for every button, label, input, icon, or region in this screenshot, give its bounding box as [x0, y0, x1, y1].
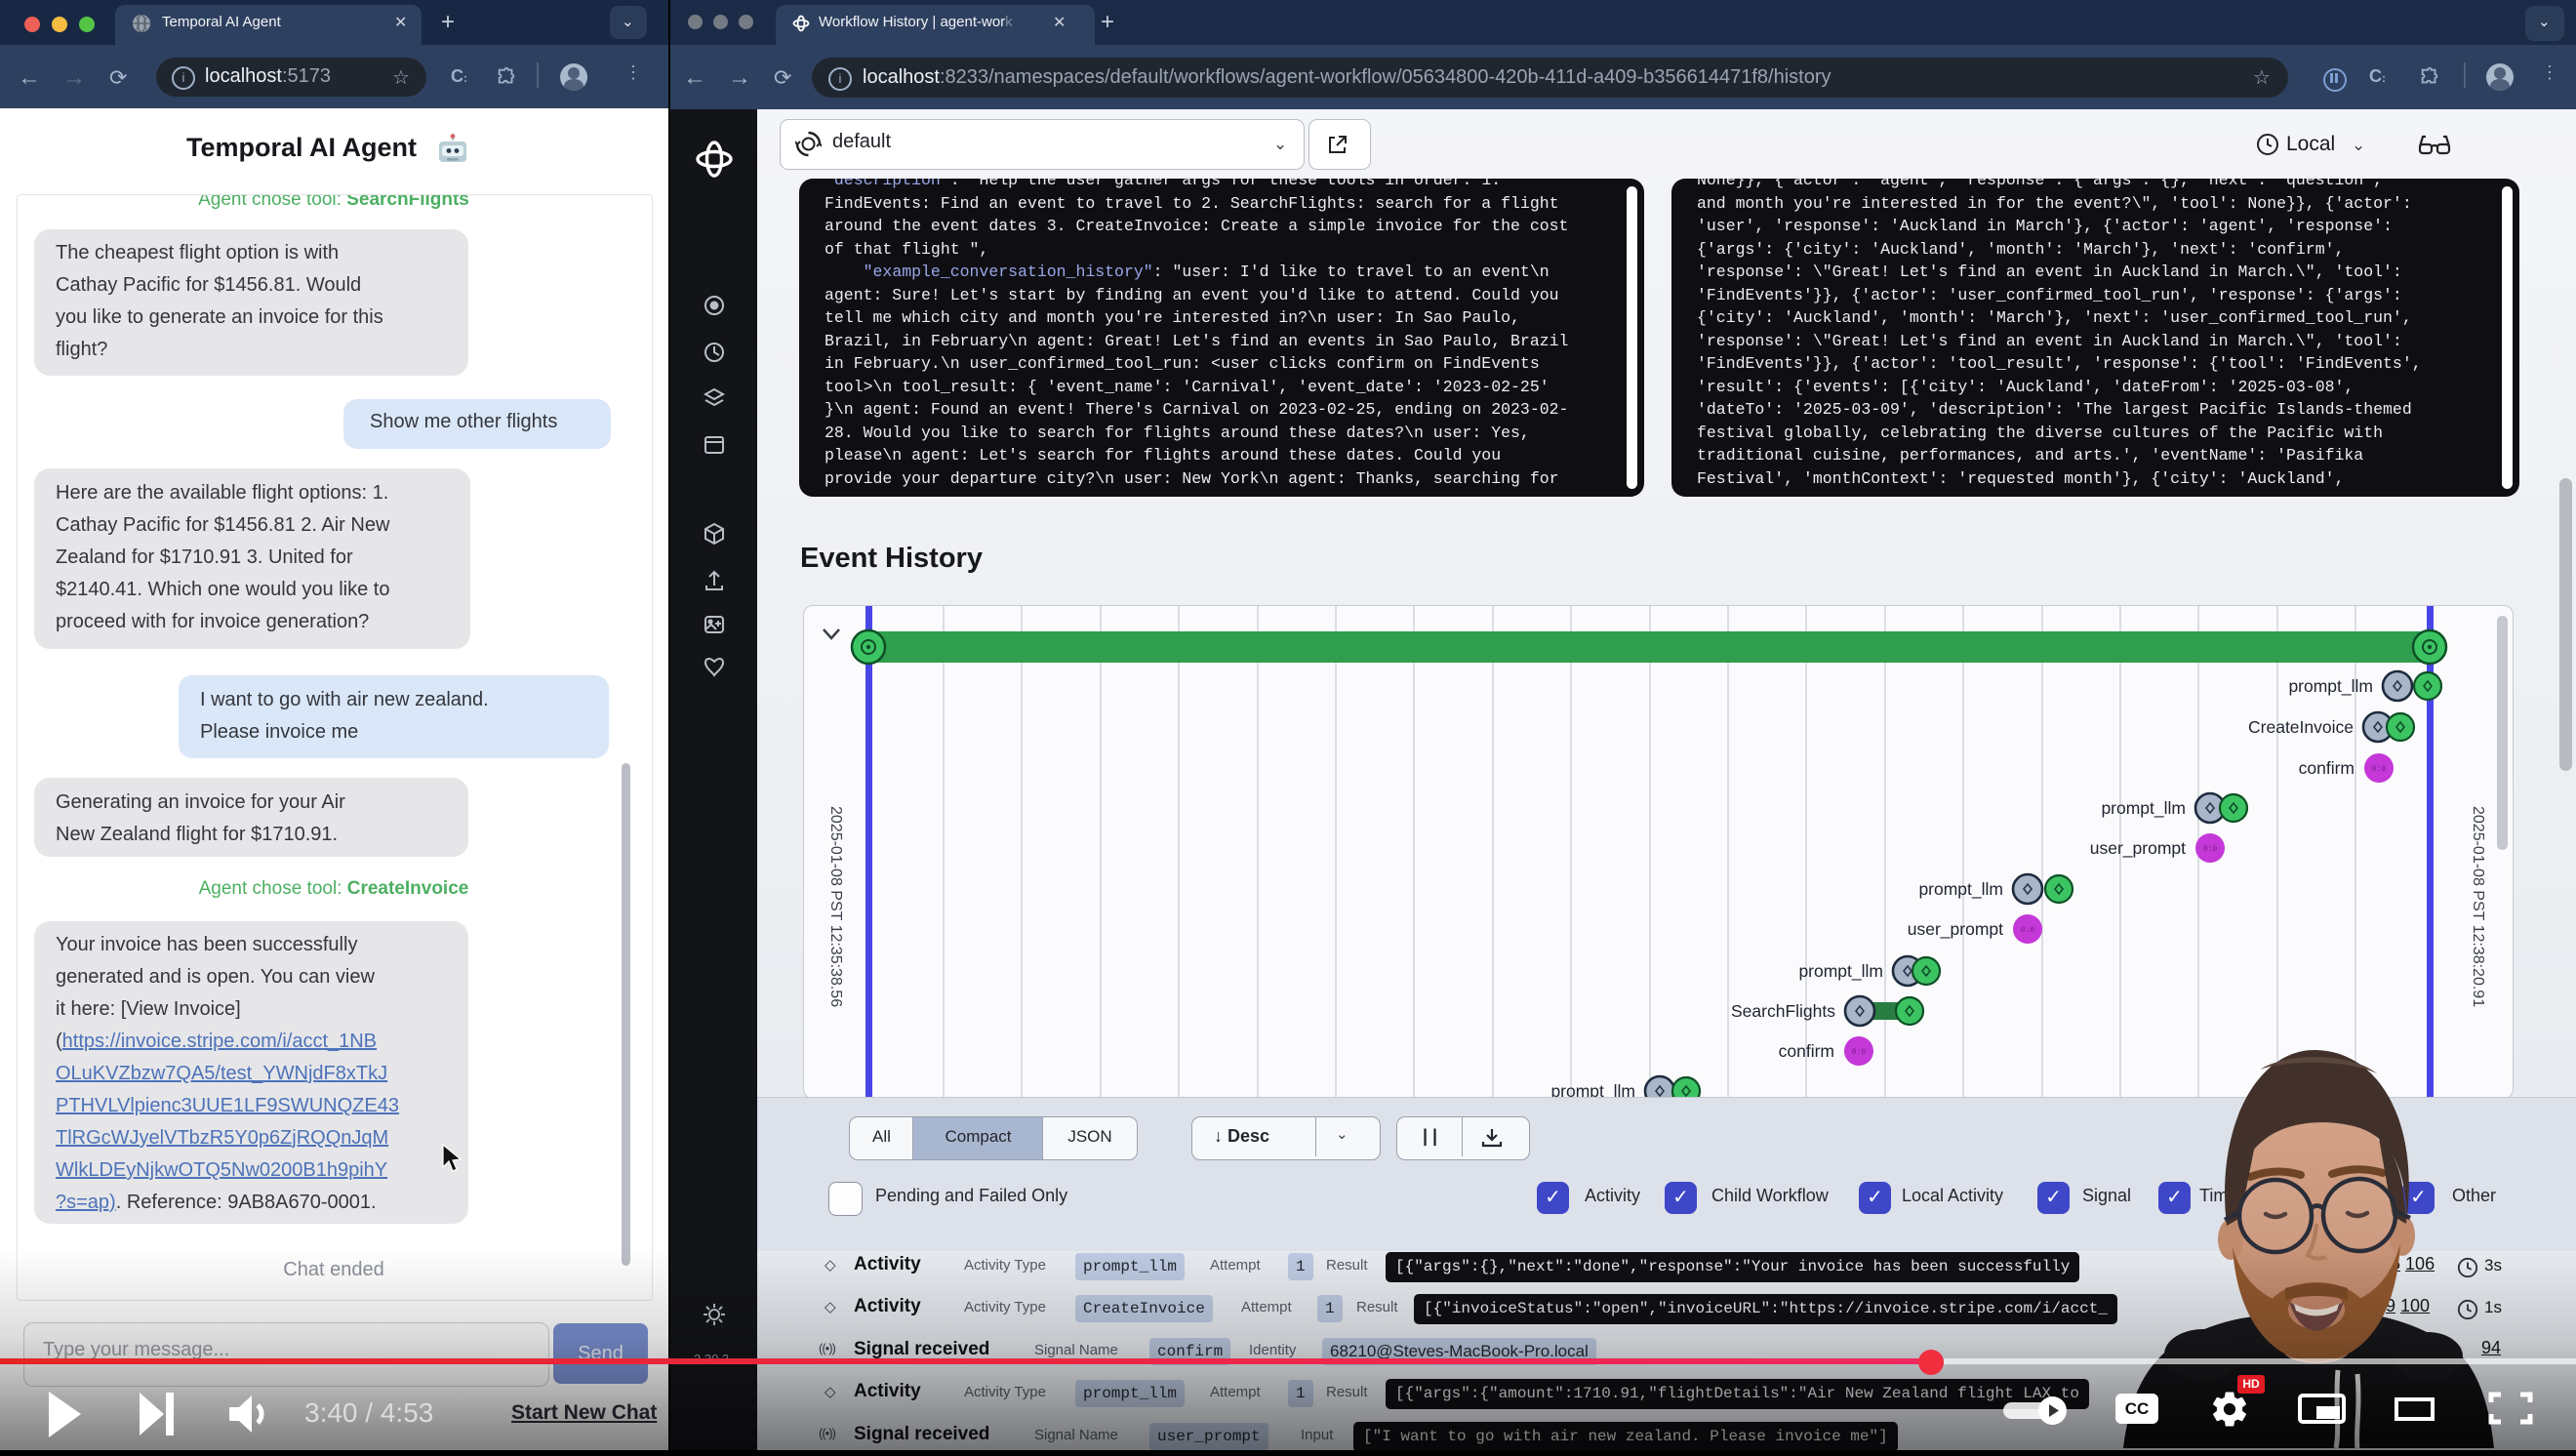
- svg-text:prompt_llm: prompt_llm: [1918, 879, 2003, 900]
- svg-text:confirm: confirm: [1779, 1041, 1834, 1061]
- svg-text:user_prompt: user_prompt: [2090, 838, 2186, 859]
- svg-text:0:0: 0:0: [2203, 845, 2218, 854]
- svg-text:SearchFlights: SearchFlights: [1731, 1001, 1835, 1021]
- svg-text:prompt_llm: prompt_llm: [2101, 798, 2186, 819]
- svg-text:0:0: 0:0: [1852, 1048, 1867, 1057]
- svg-text:prompt_llm: prompt_llm: [2288, 676, 2373, 697]
- svg-text:prompt_llm: prompt_llm: [1550, 1081, 1635, 1098]
- svg-text:user_prompt: user_prompt: [1908, 919, 2003, 940]
- svg-text:0:0: 0:0: [2021, 926, 2035, 935]
- svg-text:confirm: confirm: [2299, 758, 2355, 778]
- svg-text:0:0: 0:0: [2372, 765, 2387, 774]
- svg-text:2025-01-08 PST 12:38:20.91: 2025-01-08 PST 12:38:20.91: [2470, 806, 2486, 1007]
- svg-text:2025-01-08 PST 12:35:38.56: 2025-01-08 PST 12:35:38.56: [827, 806, 844, 1007]
- svg-text:prompt_llm: prompt_llm: [1798, 961, 1883, 982]
- svg-text:CreateInvoice: CreateInvoice: [2248, 717, 2354, 737]
